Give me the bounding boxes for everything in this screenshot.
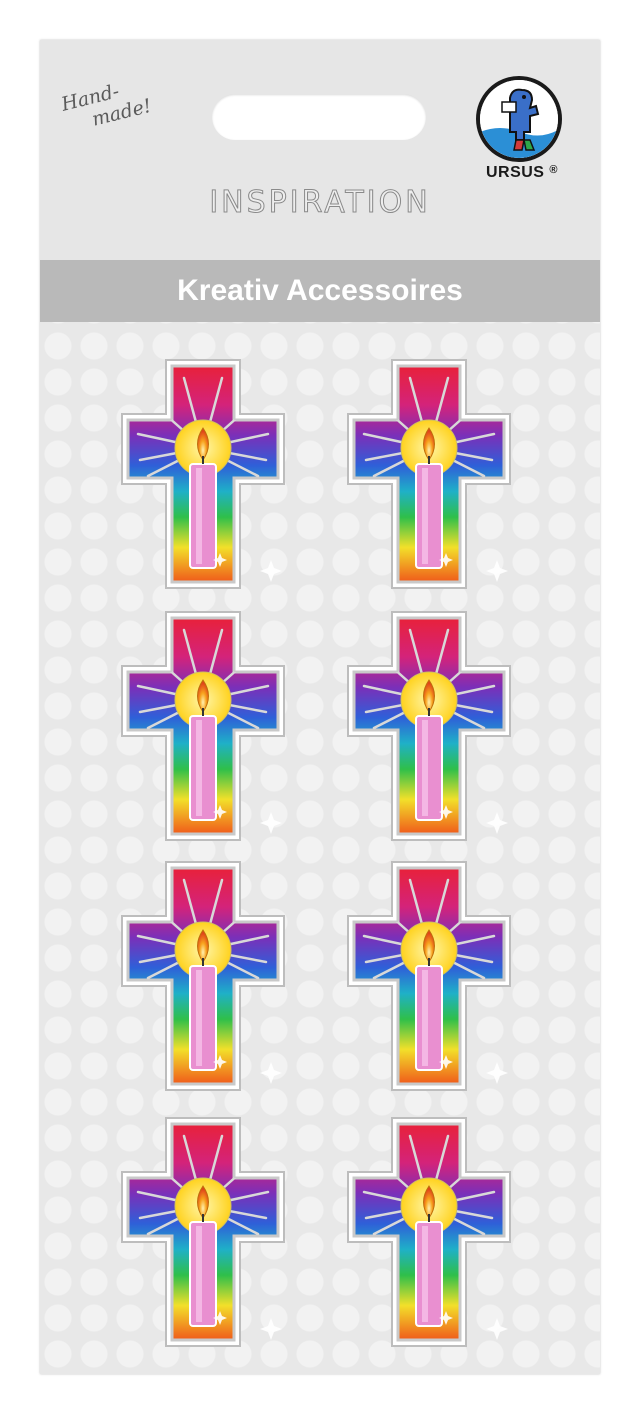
sticker-grid: [40, 322, 600, 1374]
handmade-label: Hand- made!: [59, 68, 183, 163]
brand-text: URSUS: [485, 164, 545, 181]
series-title: INSPIRATION: [209, 185, 431, 221]
card-header: Hand- made! URSUS ® INSPIRATION: [40, 40, 600, 260]
sticker-1: [118, 356, 288, 592]
sticker-3: [118, 608, 288, 844]
product-card: Hand- made! URSUS ® INSPIRATION Kreativ …: [40, 40, 600, 1374]
category-banner: Kreativ Accessoires: [40, 260, 600, 322]
rainbow-cross-candle-icon: [121, 359, 285, 589]
brand-logo: URSUS ®: [472, 76, 572, 186]
banner-title: Kreativ Accessoires: [177, 274, 463, 307]
sticker-8: [344, 1114, 514, 1350]
sticker-5: [118, 858, 288, 1094]
sticker-6: [344, 858, 514, 1094]
sticker-2: [344, 356, 514, 592]
rainbow-cross-candle-icon: [121, 611, 285, 841]
rainbow-cross-candle-icon: [121, 1117, 285, 1347]
rainbow-cross-candle-icon: [347, 861, 511, 1091]
bear-icon: [476, 76, 562, 162]
rainbow-cross-candle-icon: [121, 861, 285, 1091]
sticker-7: [118, 1114, 288, 1350]
registered-mark: ®: [549, 164, 559, 176]
rainbow-cross-candle-icon: [347, 359, 511, 589]
rainbow-cross-candle-icon: [347, 611, 511, 841]
sticker-4: [344, 608, 514, 844]
hang-hole: [212, 94, 426, 140]
rainbow-cross-candle-icon: [347, 1117, 511, 1347]
brand-name: URSUS ®: [472, 164, 572, 182]
